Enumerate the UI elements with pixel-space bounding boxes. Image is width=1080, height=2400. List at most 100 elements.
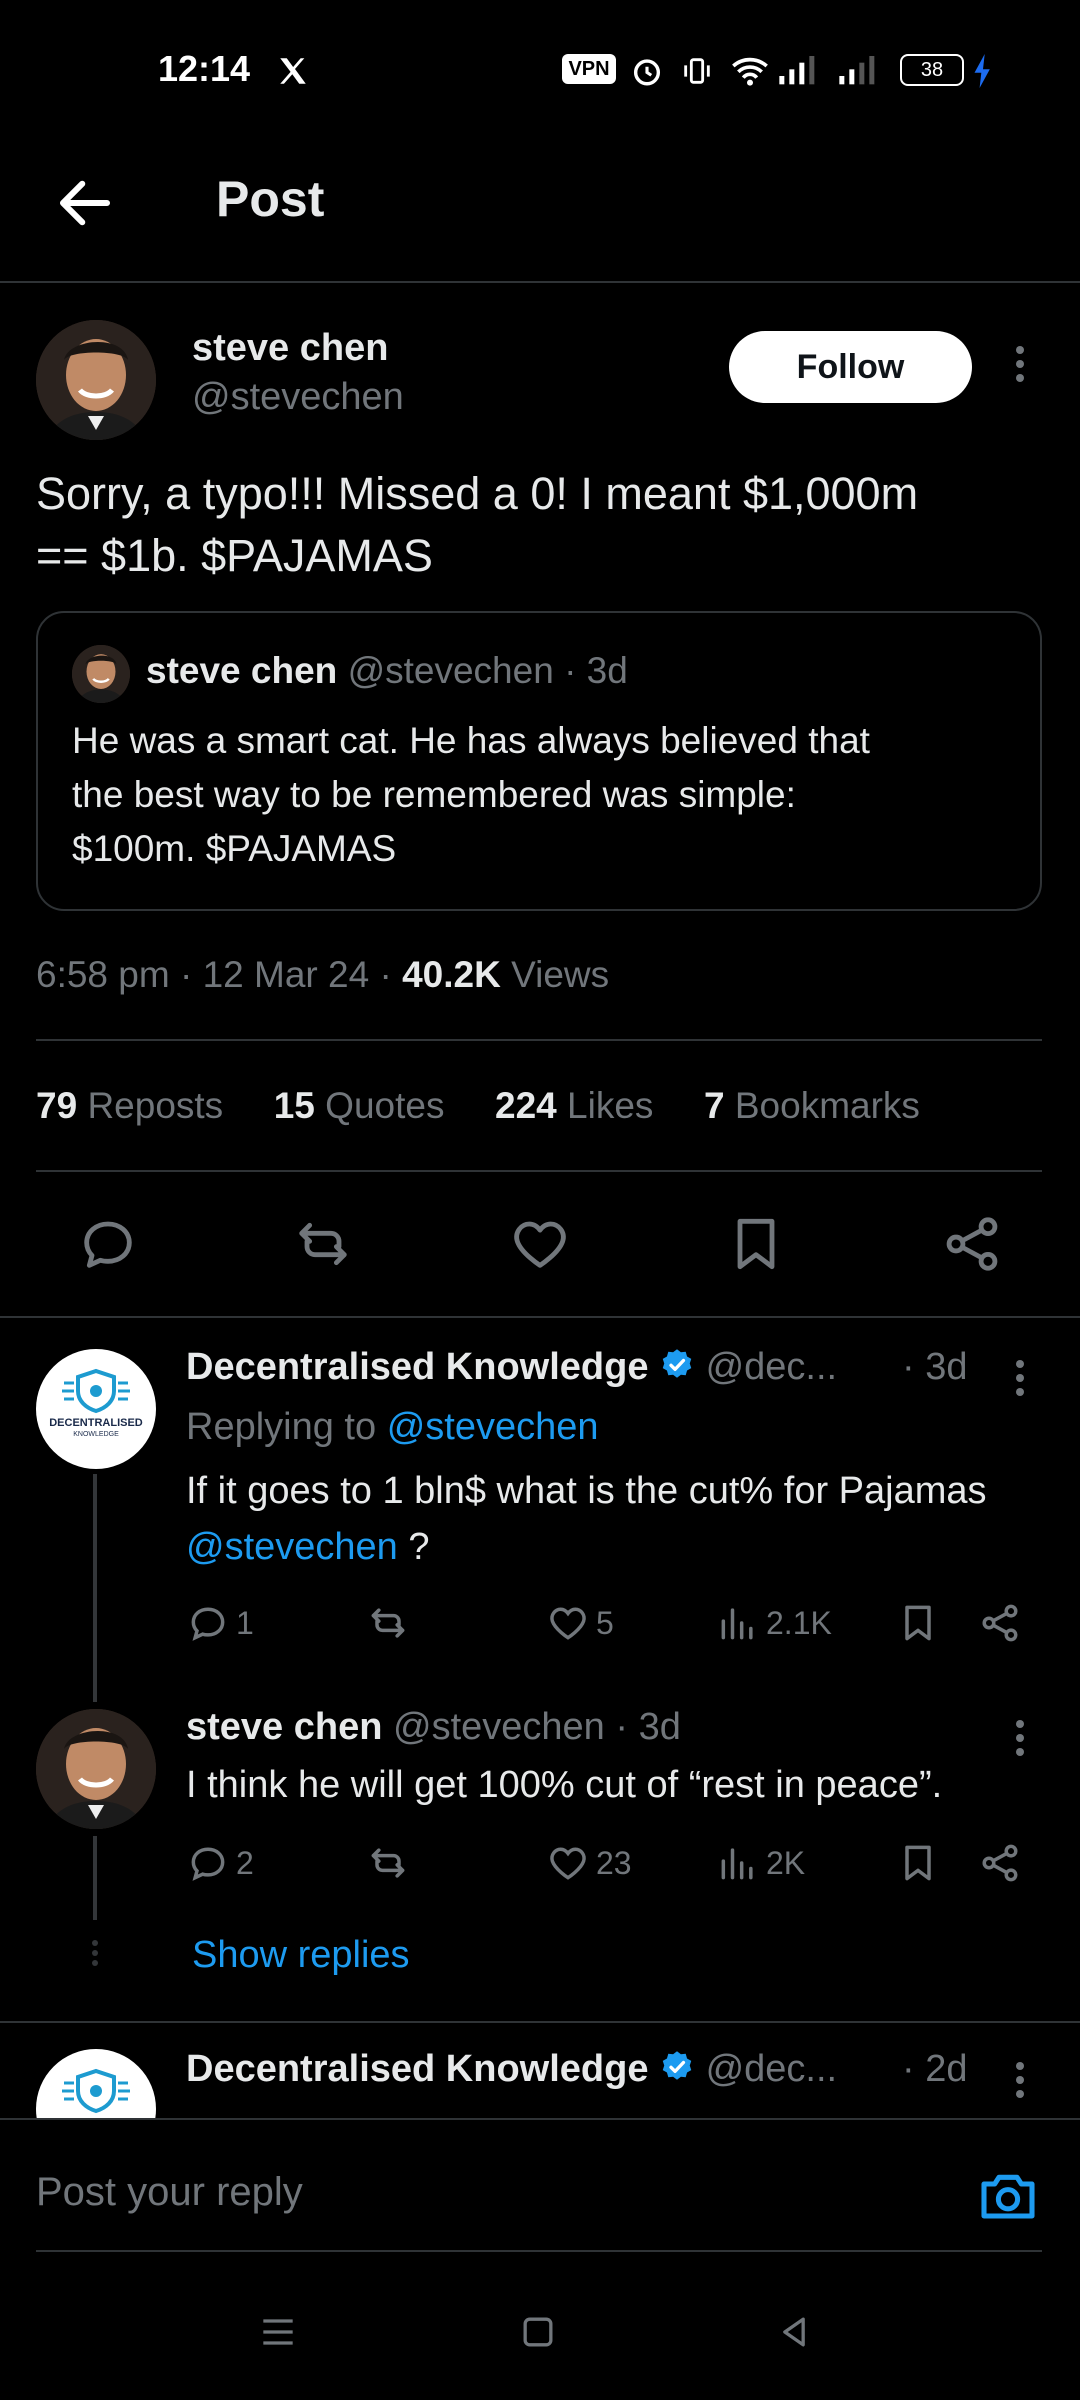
reposts-stat[interactable]: 79 Reposts	[36, 1085, 223, 1126]
vibrate-icon	[680, 54, 714, 88]
vpn-badge: VPN	[562, 54, 616, 84]
reply-like-button[interactable]: 5	[546, 1601, 614, 1645]
share-icon[interactable]	[940, 1212, 1004, 1276]
show-replies-link[interactable]: Show replies	[192, 1934, 410, 1977]
bookmarks-label: Bookmarks	[734, 1085, 920, 1126]
quote-header: steve chen @stevechen · 3d	[146, 650, 628, 692]
like-icon	[550, 1607, 586, 1640]
home-nav-button[interactable]	[516, 2310, 560, 2354]
reply-text-line1: I think he will get 100% cut of “rest in…	[186, 1764, 943, 1806]
quote-author-handle: @stevechen	[347, 650, 554, 691]
reply-input[interactable]: Post your reply	[36, 2170, 303, 2215]
meta-separator: ·	[179, 954, 193, 995]
reply-views-button[interactable]: 2K	[716, 1841, 805, 1885]
reply-more-options-icon[interactable]	[1014, 2056, 1026, 2104]
reply-icon	[191, 1607, 225, 1641]
reply-header: Decentralised Knowledge @dec...	[186, 1346, 837, 1389]
quote-text-line3: $100m. $PAJAMAS	[72, 828, 397, 869]
reply-bookmark-button[interactable]	[896, 1601, 940, 1645]
post-time: 6:58 pm	[36, 954, 170, 995]
reply-share-button[interactable]	[978, 1841, 1022, 1885]
bookmarks-stat[interactable]: 7 Bookmarks	[704, 1085, 920, 1126]
back-nav-button[interactable]	[772, 2310, 816, 2354]
author-handle[interactable]: @stevechen	[192, 376, 404, 419]
reposts-count: 79	[36, 1085, 78, 1126]
reply-more-options-icon[interactable]	[1014, 1354, 1026, 1402]
back-button[interactable]	[52, 170, 118, 236]
meta-separator: ·	[379, 954, 392, 995]
reply-comment-button[interactable]: 1	[186, 1601, 254, 1645]
author-name[interactable]: steve chen	[192, 327, 388, 370]
post-text-line1: Sorry, a typo!!! Missed a 0! I meant $1,…	[36, 468, 919, 519]
reply-mention-link[interactable]: @stevechen	[186, 1526, 398, 1568]
reply-header: Decentralised Knowledge @dec...	[186, 2048, 837, 2091]
status-bar: 12:14 VPN 38	[0, 0, 1080, 140]
post-views-count: 40.2K	[402, 954, 501, 995]
quotes-stat[interactable]: 15 Quotes	[274, 1085, 445, 1126]
reply-text-tail: ?	[408, 1526, 430, 1568]
likes-stat[interactable]: 224 Likes	[495, 1085, 653, 1126]
reply-icon	[191, 1847, 225, 1881]
thread-line	[93, 1474, 97, 1702]
more-options-icon[interactable]	[1014, 340, 1026, 388]
reply-icon[interactable]	[76, 1212, 140, 1276]
bookmark-icon[interactable]	[724, 1212, 788, 1276]
back-arrow-icon	[59, 180, 111, 226]
share-icon	[982, 1844, 1018, 1882]
share-icon	[982, 1604, 1018, 1642]
reply-comment-button[interactable]: 2	[186, 1841, 254, 1885]
wifi-icon	[730, 54, 770, 88]
reply-like-count: 5	[596, 1604, 614, 1641]
post-meta: 6:58 pm · 12 Mar 24 · 40.2K Views	[36, 954, 609, 996]
post-date: 12 Mar 24	[202, 954, 370, 995]
signal-icon-1	[776, 54, 816, 88]
status-time: 12:14	[158, 48, 251, 89]
reply-avatar-steve[interactable]	[36, 1709, 156, 1829]
like-icon[interactable]	[508, 1212, 572, 1276]
meta-divider	[36, 1039, 1042, 1041]
reply-comment-count: 1	[236, 1604, 254, 1641]
reposts-label: Reposts	[87, 1085, 224, 1126]
author-avatar[interactable]	[36, 320, 156, 440]
back-triangle-icon	[783, 2317, 805, 2347]
quotes-count: 15	[273, 1085, 315, 1126]
reply-more-options-icon[interactable]	[1014, 1714, 1026, 1762]
person-avatar-icon	[36, 1709, 156, 1829]
bookmarks-count: 7	[704, 1085, 725, 1126]
reply-views-button[interactable]: 2.1K	[716, 1601, 832, 1645]
reply-share-button[interactable]	[978, 1601, 1022, 1645]
views-icon	[721, 1608, 753, 1640]
reply-avatar-decentralised[interactable]	[36, 2049, 156, 2118]
quote-author-avatar	[72, 645, 130, 703]
post-text-line2: == $1b. $PAJAMAS	[36, 530, 433, 581]
reply-author-handle[interactable]: @stevechen	[393, 1706, 605, 1748]
menu-nav-button[interactable]	[256, 2310, 300, 2354]
reply-author-name[interactable]: Decentralised Knowledge	[186, 2048, 648, 2090]
vpn-label: VPN	[568, 58, 610, 80]
reply-views-count: 2.1K	[766, 1604, 832, 1641]
quote-author-name: steve chen	[146, 650, 338, 691]
reply-bookmark-button[interactable]	[896, 1841, 940, 1885]
bookmark-icon	[905, 1845, 931, 1881]
reply-author-handle[interactable]: @dec...	[706, 1346, 838, 1388]
system-nav-bar	[0, 2260, 1080, 2400]
reply-author-name[interactable]: Decentralised Knowledge	[186, 1346, 648, 1388]
replying-to-link[interactable]: @stevechen	[387, 1406, 599, 1448]
menu-icon	[263, 2319, 293, 2345]
reply-author-handle[interactable]: @dec...	[706, 2048, 838, 2090]
actions-divider	[0, 1316, 1080, 1318]
reply-avatar-decentralised[interactable]: DECENTRALISED KNOWLEDGE	[36, 1349, 156, 1469]
repost-icon[interactable]	[291, 1212, 355, 1276]
camera-icon	[981, 2174, 1035, 2219]
follow-button[interactable]: Follow	[729, 331, 972, 403]
reply-author-name[interactable]: steve chen	[186, 1706, 382, 1748]
reply-repost-button[interactable]	[366, 1841, 410, 1885]
replying-to: Replying to @stevechen	[186, 1406, 599, 1449]
reply-like-button[interactable]: 23	[546, 1841, 632, 1885]
decentralised-logo-text: DECENTRALISED	[49, 1417, 143, 1429]
reply-repost-button[interactable]	[366, 1601, 410, 1645]
camera-button[interactable]	[976, 2164, 1040, 2228]
reply-views-count: 2K	[766, 1844, 806, 1881]
compose-bottom-divider	[36, 2250, 1042, 2252]
person-avatar-icon	[72, 645, 130, 703]
